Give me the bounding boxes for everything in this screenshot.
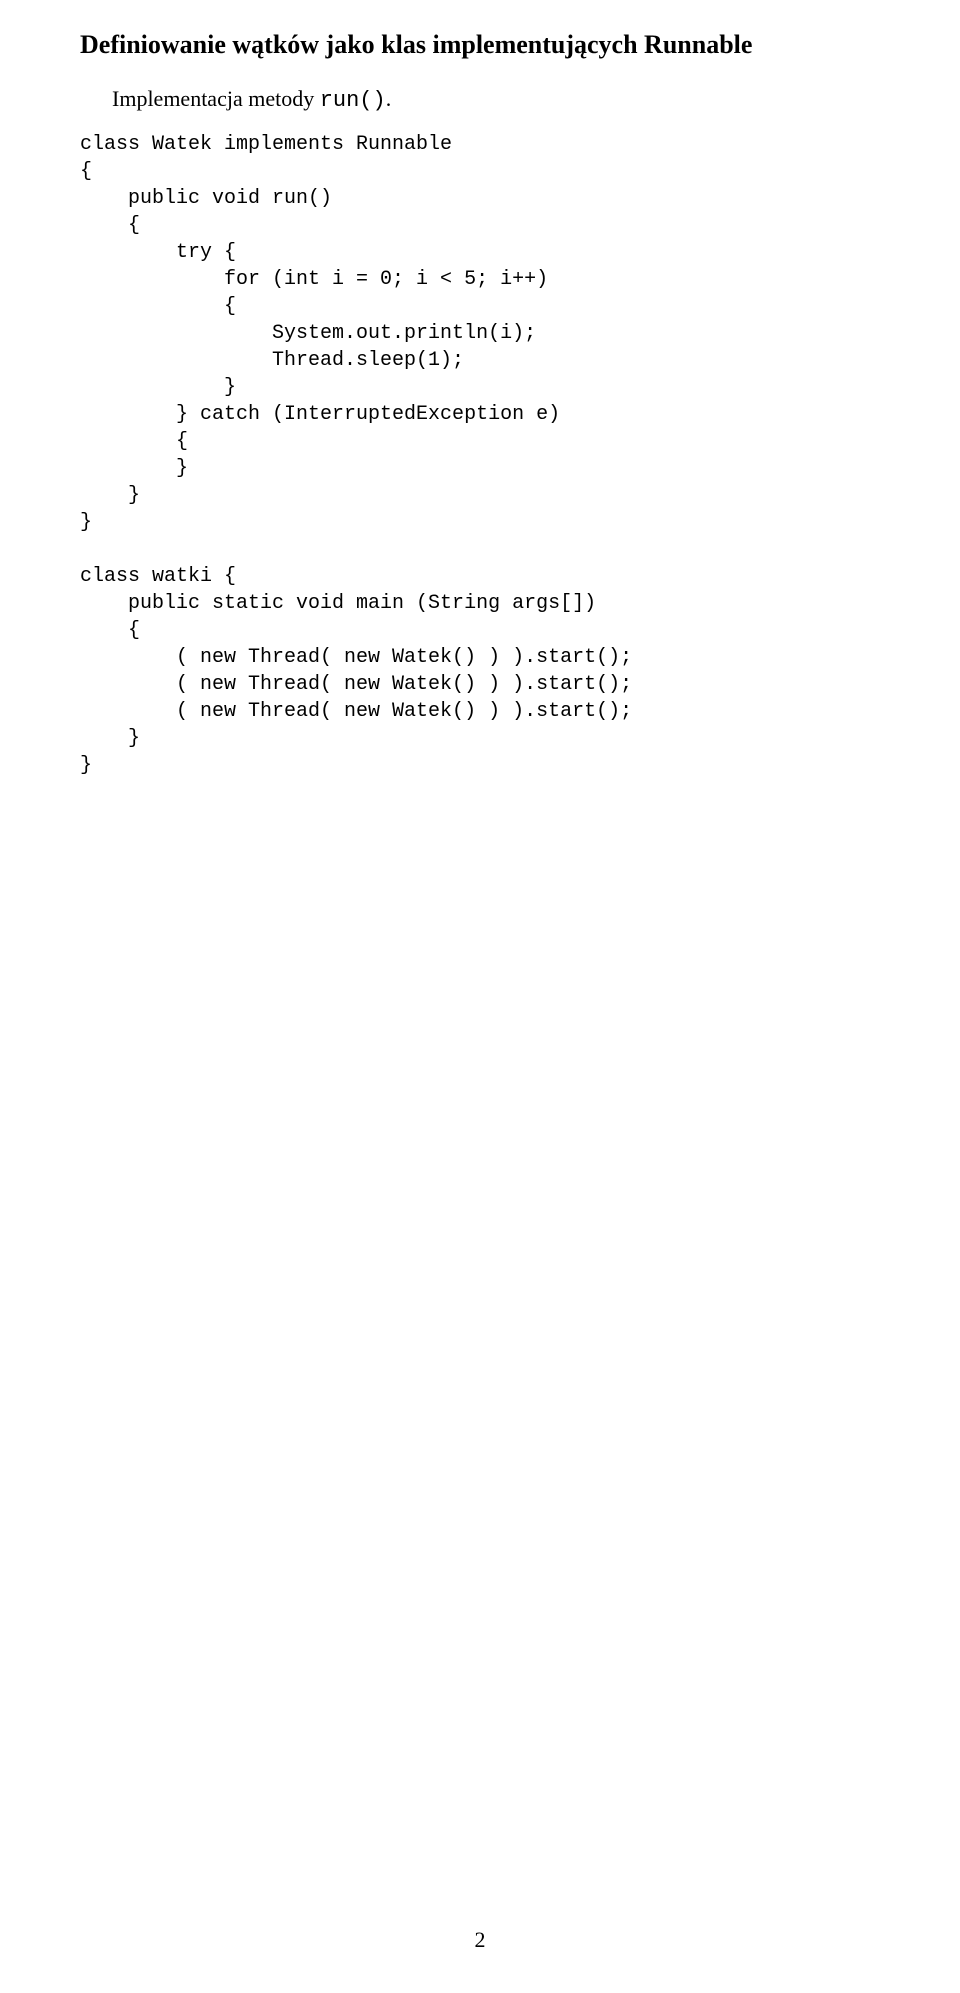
code-block: class Watek implements Runnable { public… <box>80 131 880 779</box>
intro-text: Implementacja metody run(). <box>112 86 880 113</box>
intro-suffix: . <box>386 86 392 111</box>
intro-prefix: Implementacja metody <box>112 86 320 111</box>
page: Definiowanie wątków jako klas implementu… <box>0 0 960 819</box>
intro-code: run() <box>320 88 386 113</box>
page-number: 2 <box>0 1927 960 1953</box>
section-heading: Definiowanie wątków jako klas implementu… <box>80 30 880 60</box>
